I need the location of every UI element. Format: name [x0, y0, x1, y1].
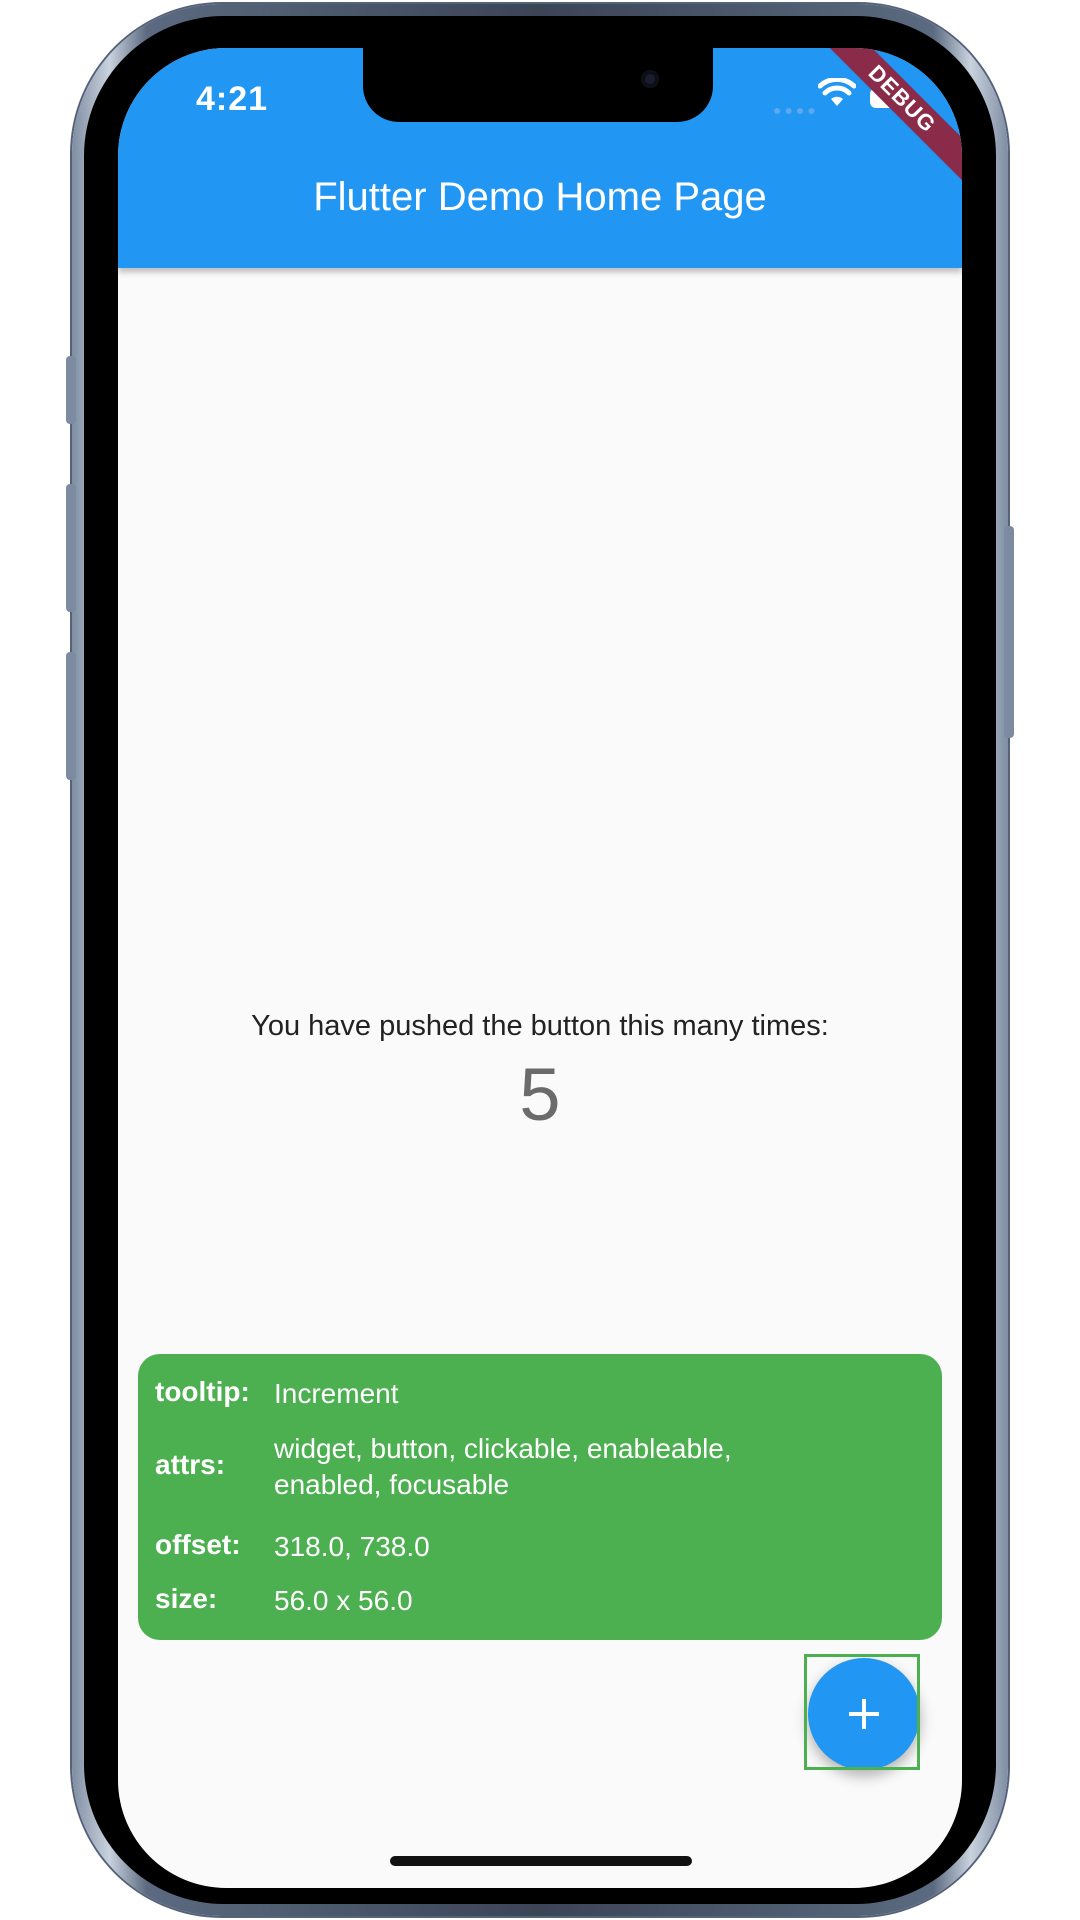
page-title: Flutter Demo Home Page: [313, 175, 767, 219]
inspector-selection-outline: [804, 1654, 920, 1770]
app-bar: 4:21 ●●●● Flutter Demo Home Page DEBUG: [118, 48, 962, 268]
silent-switch: [66, 356, 76, 424]
volume-down-button: [66, 652, 76, 780]
volume-up-button: [66, 484, 76, 612]
wifi-icon: [818, 78, 856, 106]
inspector-key: size:: [155, 1583, 218, 1614]
debug-banner: DEBUG: [820, 48, 962, 181]
inspector-value: Increment: [274, 1378, 399, 1409]
power-button: [1004, 526, 1014, 738]
inspector-key: tooltip:: [155, 1376, 250, 1407]
counter-value: 5: [519, 1053, 561, 1136]
home-indicator[interactable]: [390, 1856, 692, 1866]
signal-dots-icon: ●●●●: [773, 102, 819, 118]
counter-label: You have pushed the button this many tim…: [251, 1010, 829, 1042]
inspector-value: 318.0, 738.0: [274, 1531, 430, 1562]
camera-notch: [363, 48, 713, 122]
widget-inspector-tooltip: tooltip: Increment attrs: widget, button…: [138, 1354, 942, 1640]
inspector-value: widget, button, clickable, enableable, e…: [274, 1433, 732, 1500]
app-screen: 4:21 ●●●● Flutter Demo Home Page DEBUG Y…: [118, 48, 962, 1888]
front-camera: [641, 70, 659, 88]
inspector-key: attrs:: [155, 1449, 226, 1480]
status-time: 4:21: [196, 80, 269, 118]
inspector-key: offset:: [155, 1529, 241, 1560]
inspector-value: 56.0 x 56.0: [274, 1585, 413, 1616]
